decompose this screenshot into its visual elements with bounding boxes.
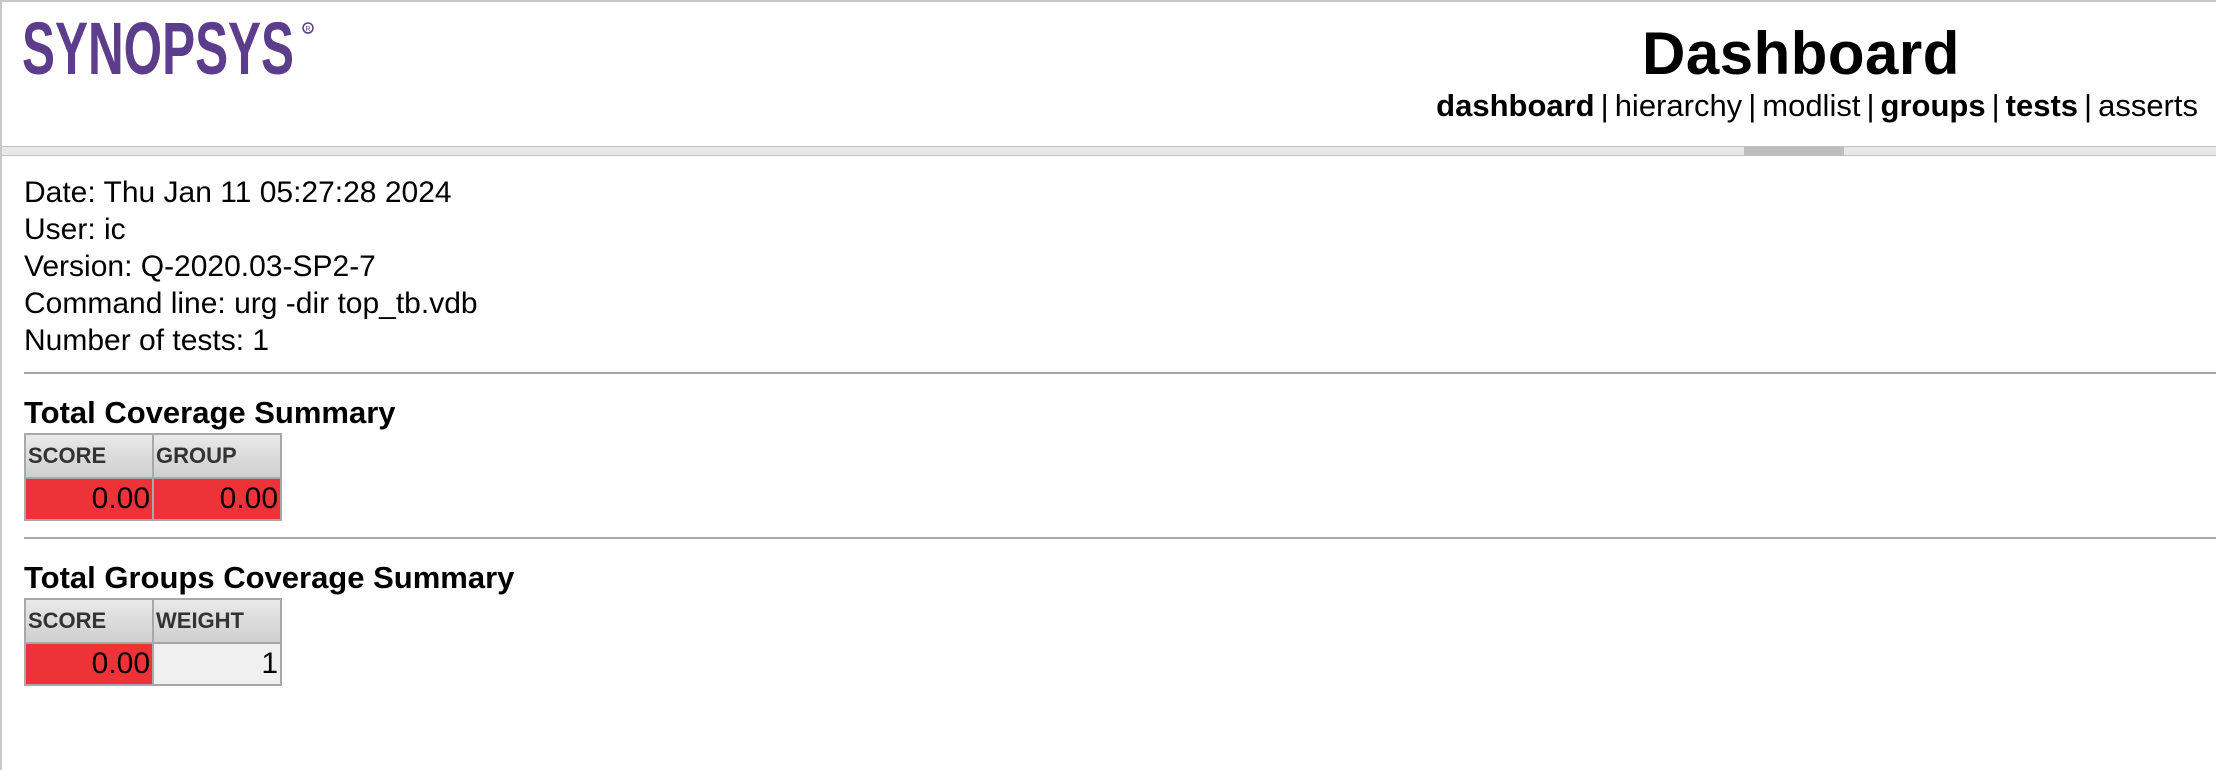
dashboard-page: SYNOPSYS R Dashboard dashboard | hierarchy… xyxy=(0,0,2216,770)
score-cell: 0.00 xyxy=(24,642,154,686)
synopsys-logo: SYNOPSYS R xyxy=(22,14,322,86)
nav-separator: | xyxy=(2084,88,2093,123)
nav-links: dashboard | hierarchy | modlist | groups | tests… xyxy=(1436,86,2198,126)
page-header: SYNOPSYS R Dashboard dashboard | hierarchy… xyxy=(2,0,2216,146)
column-header-weight[interactable]: WEIGHT xyxy=(152,598,282,644)
column-header-group[interactable]: GROUP xyxy=(152,433,282,479)
info-version: Version: Q-2020.03-SP2-7 xyxy=(24,250,376,283)
nav-link-dashboard[interactable]: dashboard xyxy=(1436,88,1594,123)
total-coverage-title: Total Coverage Summary xyxy=(24,395,396,430)
report-content: Date: Thu Jan 11 05:27:28 2024 User: ic … xyxy=(24,174,2216,686)
groups-coverage-title: Total Groups Coverage Summary xyxy=(24,560,515,595)
info-num-tests: Number of tests: 1 xyxy=(24,324,270,357)
table-header-row: SCORE WEIGHT xyxy=(24,598,282,644)
table-row: 0.00 0.00 xyxy=(24,477,282,521)
group-cell: 0.00 xyxy=(152,477,282,521)
total-coverage-table: SCORE GROUP 0.00 0.00 xyxy=(24,433,282,521)
column-header-score[interactable]: SCORE xyxy=(24,433,154,479)
nav-link-groups[interactable]: groups xyxy=(1881,88,1986,123)
groups-coverage-table: SCORE WEIGHT 0.00 1 xyxy=(24,598,282,686)
header-divider xyxy=(2,146,2216,156)
total-coverage-section: Total Coverage Summary SCORE GROUP 0.00 … xyxy=(24,393,2216,521)
report-info: Date: Thu Jan 11 05:27:28 2024 User: ic … xyxy=(24,174,2216,359)
table-header-row: SCORE GROUP xyxy=(24,433,282,479)
nav-link-tests[interactable]: tests xyxy=(2006,88,2078,123)
page-title: Dashboard xyxy=(1642,20,1960,87)
section-divider xyxy=(24,372,2216,374)
section-divider xyxy=(24,537,2216,539)
weight-cell: 1 xyxy=(152,642,282,686)
nav-separator: | xyxy=(1748,88,1757,123)
nav-link-hierarchy[interactable]: hierarchy xyxy=(1615,88,1743,123)
column-header-score[interactable]: SCORE xyxy=(24,598,154,644)
groups-coverage-section: Total Groups Coverage Summary SCORE WEIG… xyxy=(24,558,2216,686)
nav-separator: | xyxy=(1866,88,1875,123)
score-cell: 0.00 xyxy=(24,477,154,521)
info-command-line: Command line: urg -dir top_tb.vdb xyxy=(24,287,478,320)
info-user: User: ic xyxy=(24,213,126,246)
nav-separator: | xyxy=(1600,88,1609,123)
nav-link-modlist[interactable]: modlist xyxy=(1762,88,1860,123)
table-row: 0.00 1 xyxy=(24,642,282,686)
info-date: Date: Thu Jan 11 05:27:28 2024 xyxy=(24,176,452,209)
nav-separator: | xyxy=(1991,88,2000,123)
header-divider-marker xyxy=(1744,147,1844,155)
logo-wordmark: SYNOPSYS xyxy=(22,14,294,86)
nav-link-asserts[interactable]: asserts xyxy=(2098,88,2198,123)
svg-text:R: R xyxy=(306,26,311,33)
